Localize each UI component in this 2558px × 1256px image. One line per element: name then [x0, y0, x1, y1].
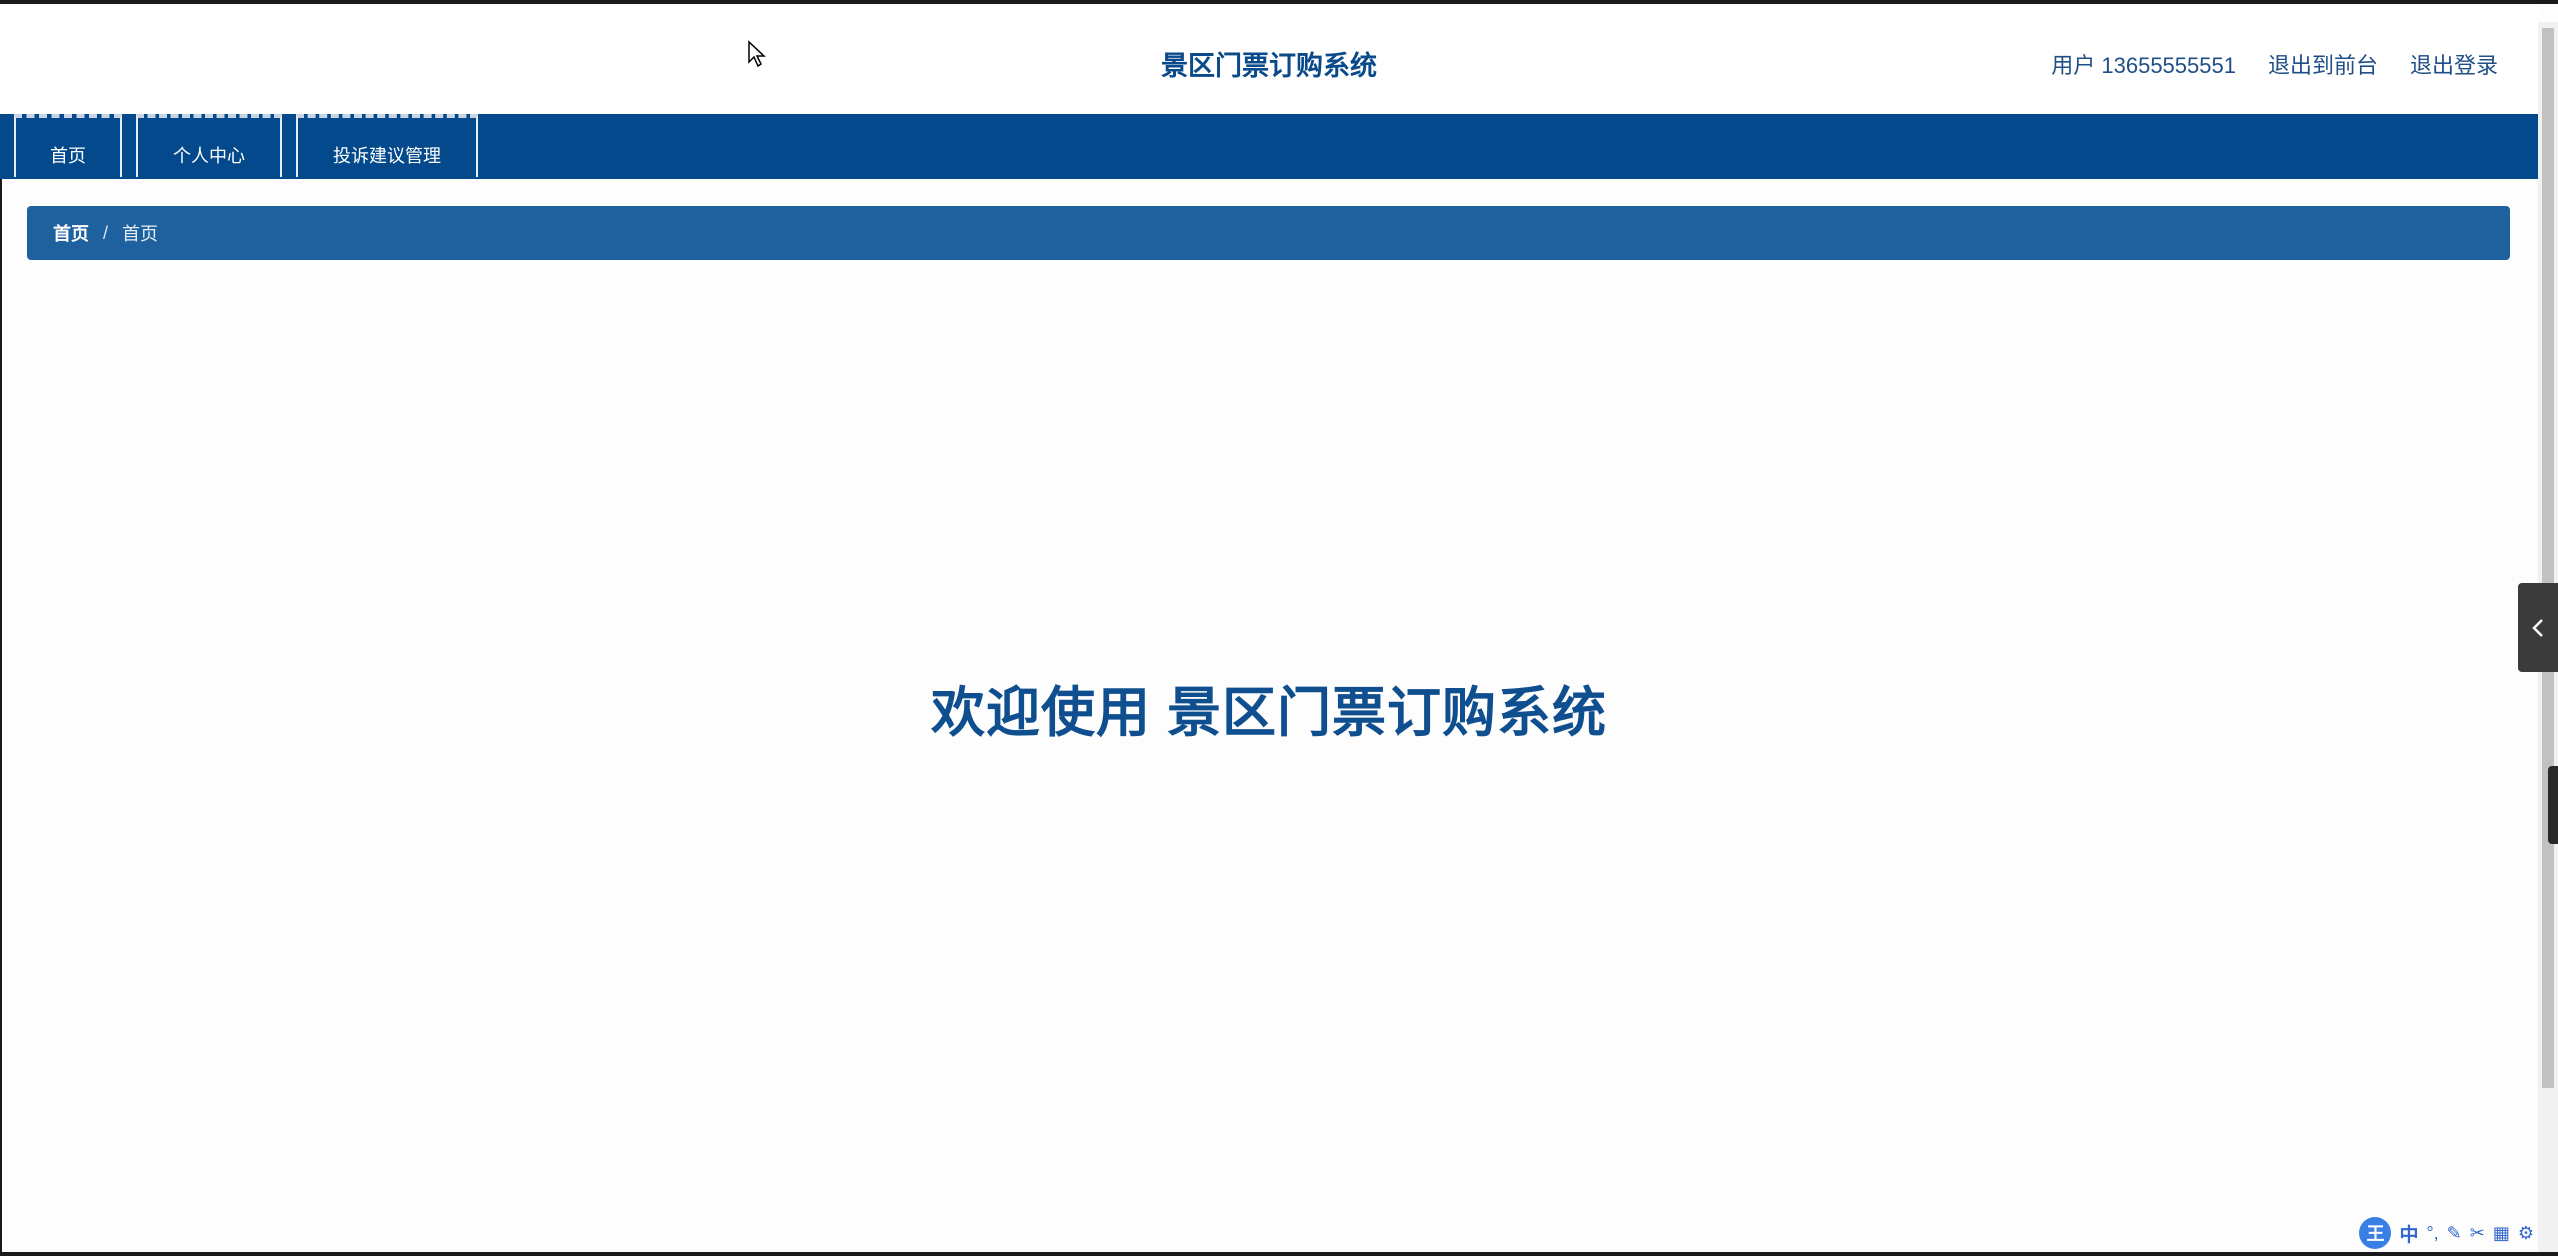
- back-to-front-link[interactable]: 退出到前台: [2268, 48, 2378, 80]
- breadcrumb-root[interactable]: 首页: [53, 220, 89, 246]
- user-account-label[interactable]: 用户 13655555551: [2051, 48, 2236, 80]
- app-root: 景区门票订购系统 用户 13655555551 退出到前台 退出登录 首页 个人…: [0, 0, 2558, 1256]
- chevron-left-icon: [2532, 618, 2543, 637]
- side-panel-strip[interactable]: [2548, 766, 2558, 844]
- ime-keyboard-icon[interactable]: ▦: [2493, 1223, 2510, 1244]
- ime-toolbar: 王 中 °, ✎ ✂ ▦ ⚙: [2359, 1217, 2534, 1249]
- ime-logo-icon[interactable]: 王: [2359, 1217, 2392, 1249]
- ime-punctuation-icon[interactable]: °,: [2426, 1223, 2438, 1244]
- tab-complaint-management-label: 投诉建议管理: [333, 146, 441, 166]
- side-panel-toggle[interactable]: [2518, 583, 2558, 672]
- ime-language-toggle[interactable]: 中: [2399, 1220, 2418, 1247]
- tab-personal-center[interactable]: 个人中心: [136, 114, 282, 177]
- header: 景区门票订购系统 用户 13655555551 退出到前台 退出登录: [0, 4, 2538, 114]
- logout-link[interactable]: 退出登录: [2410, 48, 2498, 80]
- header-actions: 用户 13655555551 退出到前台 退出登录: [2051, 48, 2498, 80]
- ime-cut-icon[interactable]: ✂: [2470, 1223, 2485, 1244]
- breadcrumb-separator: /: [103, 222, 109, 243]
- main-navbar: 首页 个人中心 投诉建议管理: [0, 114, 2538, 179]
- tab-complaint-management[interactable]: 投诉建议管理: [296, 114, 478, 177]
- window-left-border: [0, 0, 2, 1256]
- breadcrumb-current: 首页: [122, 224, 159, 244]
- tab-home[interactable]: 首页: [14, 114, 122, 177]
- scrollbar-thumb[interactable]: [2542, 28, 2554, 1088]
- tab-home-label: 首页: [50, 146, 86, 166]
- nav-tabs: 首页 个人中心 投诉建议管理: [14, 114, 478, 179]
- tab-personal-center-label: 个人中心: [173, 146, 245, 166]
- welcome-heading: 欢迎使用 景区门票订购系统: [930, 683, 1607, 743]
- mouse-cursor-icon: [747, 40, 767, 73]
- ime-settings-icon[interactable]: ⚙: [2518, 1223, 2534, 1244]
- ime-handwrite-icon[interactable]: ✎: [2447, 1223, 2462, 1244]
- breadcrumb: 首页 / 首页: [27, 206, 2510, 260]
- window-bottom-border: [0, 1252, 2558, 1256]
